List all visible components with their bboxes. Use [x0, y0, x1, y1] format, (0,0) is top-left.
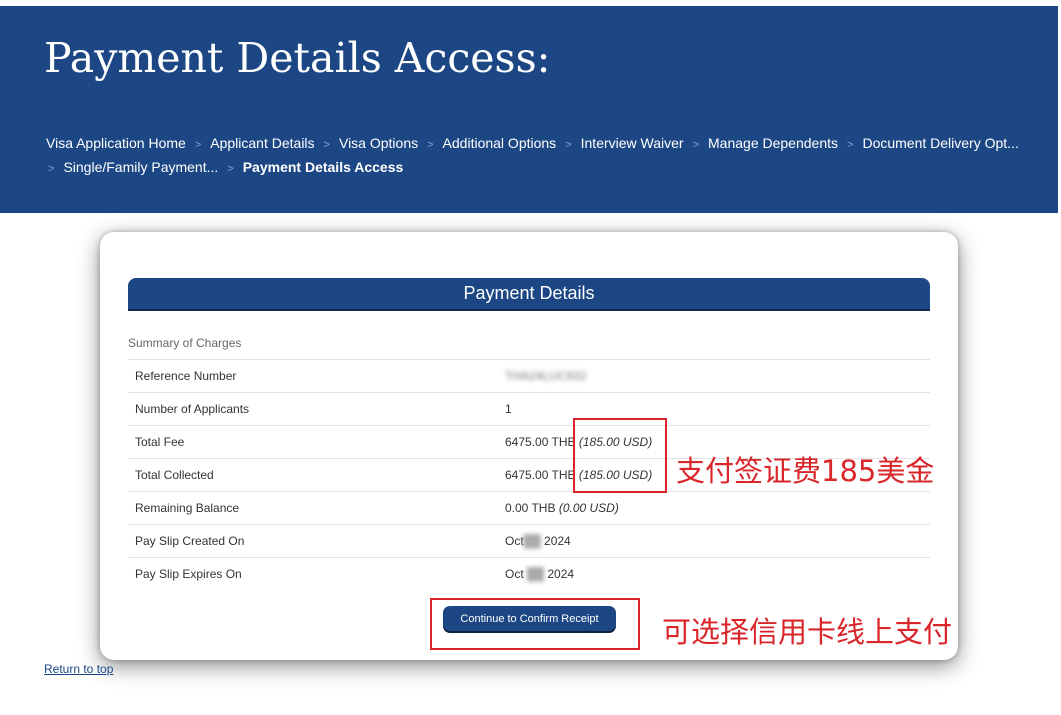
row-label: Pay Slip Expires On	[128, 557, 505, 590]
table-row: Pay Slip Created On Oct██ 2024	[128, 524, 930, 558]
expires-month: Oct	[505, 567, 524, 581]
panel-title: Payment Details	[128, 278, 930, 311]
payment-details-card: Payment Details Summary of Charges Refer…	[100, 232, 958, 660]
row-label: Reference Number	[128, 359, 505, 393]
breadcrumb: Visa Application Home > Applicant Details >…	[46, 132, 1036, 180]
applicants-value: 1	[505, 392, 930, 426]
breadcrumb-interview-waiver[interactable]: Interview Waiver	[581, 135, 684, 151]
redacted-day: ██	[527, 567, 545, 581]
table-row: Number of Applicants 1	[128, 392, 930, 426]
table-row: Remaining Balance 0.00 THB (0.00 USD)	[128, 491, 930, 525]
breadcrumb-separator: >	[227, 163, 234, 175]
breadcrumb-current-page: Payment Details Access	[242, 159, 404, 175]
row-label: Remaining Balance	[128, 491, 505, 525]
expires-year: 2024	[547, 567, 575, 581]
created-month: Oct	[505, 534, 524, 548]
breadcrumb-separator: >	[194, 139, 202, 151]
remaining-balance-usd: (0.00 USD)	[558, 501, 619, 515]
breadcrumb-separator: >	[48, 163, 55, 175]
table-row: Pay Slip Expires On Oct ██ 2024	[128, 557, 930, 590]
breadcrumb-separator: >	[565, 139, 572, 151]
breadcrumb-additional-options[interactable]: Additional Options	[443, 135, 557, 151]
breadcrumb-applicant-details[interactable]: Applicant Details	[210, 135, 314, 151]
row-label: Total Collected	[128, 458, 505, 492]
breadcrumb-separator: >	[323, 139, 330, 151]
breadcrumb-visa-options[interactable]: Visa Options	[339, 135, 418, 151]
created-year: 2024	[544, 534, 571, 548]
page-title: Payment Details Access:	[44, 34, 551, 82]
breadcrumb-visa-application-home[interactable]: Visa Application Home	[46, 135, 186, 151]
table-row: Reference Number THA24LUC932	[128, 359, 930, 393]
breadcrumb-document-delivery[interactable]: Document Delivery Opt...	[862, 135, 1018, 151]
remaining-balance-thb: 0.00 THB	[505, 501, 556, 515]
row-label: Number of Applicants	[128, 392, 505, 426]
fee-annotation-text: 支付签证费185美金	[676, 454, 935, 488]
payment-annotation-text: 可选择信用卡线上支付	[662, 615, 953, 649]
breadcrumb-separator: >	[692, 139, 700, 151]
total-collected-thb: 6475.00 THB	[505, 468, 576, 482]
redacted-day: ██	[523, 534, 541, 548]
page-header: Payment Details Access: Visa Application…	[0, 6, 1058, 213]
breadcrumb-single-family-payment[interactable]: Single/Family Payment...	[63, 159, 218, 175]
usd-fee-highlight-box	[573, 418, 667, 493]
total-fee-thb: 6475.00 THB	[505, 435, 576, 449]
reference-number-value: THA24LUC932	[505, 369, 587, 383]
row-label: Total Fee	[128, 425, 505, 459]
row-label: Pay Slip Created On	[128, 524, 505, 558]
breadcrumb-separator: >	[427, 139, 434, 151]
breadcrumb-separator: >	[847, 139, 854, 151]
button-highlight-box	[430, 598, 640, 650]
return-to-top-link[interactable]: Return to top	[44, 662, 113, 676]
summary-of-charges-label: Summary of Charges	[128, 336, 242, 350]
breadcrumb-manage-dependents[interactable]: Manage Dependents	[708, 135, 838, 151]
